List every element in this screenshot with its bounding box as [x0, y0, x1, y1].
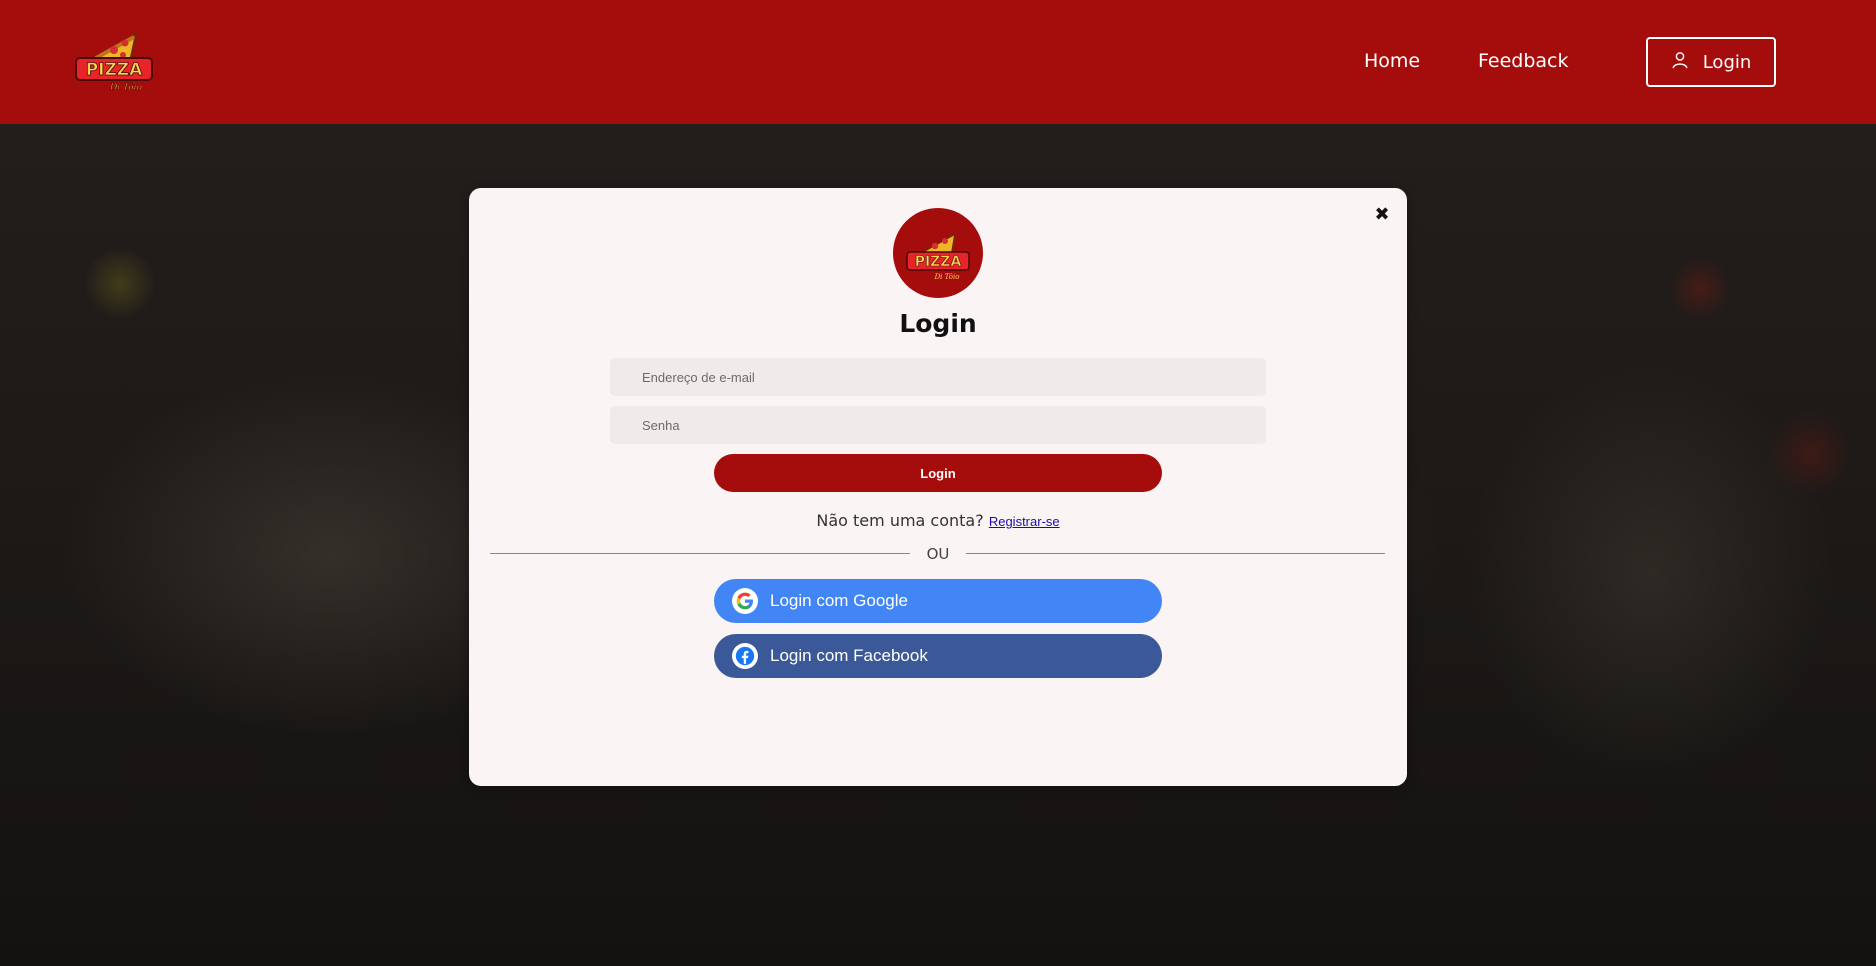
site-logo[interactable]: PIZZA Di Tôio — [74, 28, 154, 94]
svg-text:Di Tôio: Di Tôio — [109, 82, 143, 93]
close-icon[interactable]: ✖ — [1373, 206, 1391, 224]
google-login-label: Login com Google — [770, 591, 908, 610]
divider-text: OU — [926, 545, 950, 563]
user-icon — [1671, 51, 1689, 74]
register-prompt: Não tem uma conta? Registrar-se — [0, 511, 1876, 530]
facebook-icon — [732, 643, 758, 669]
svg-text:PIZZA: PIZZA — [915, 254, 962, 270]
email-field[interactable] — [610, 358, 1266, 396]
svg-text:PIZZA: PIZZA — [86, 60, 143, 80]
no-account-text: Não tem uma conta? — [816, 511, 984, 530]
site-header: PIZZA Di Tôio Home Feedback Login — [0, 0, 1876, 124]
nav-home-link[interactable]: Home — [1364, 50, 1420, 72]
header-login-button[interactable]: Login — [1646, 37, 1776, 87]
google-icon — [732, 588, 758, 614]
divider-left — [490, 553, 910, 554]
modal-title: Login — [899, 309, 977, 338]
password-field[interactable] — [610, 406, 1266, 444]
register-link[interactable]: Registrar-se — [989, 514, 1060, 529]
header-login-label: Login — [1702, 51, 1752, 73]
divider-right — [966, 553, 1385, 554]
facebook-login-label: Login com Facebook — [770, 646, 928, 665]
svg-text:Di Tôio: Di Tôio — [934, 273, 960, 281]
facebook-login-button[interactable]: Login com Facebook — [714, 634, 1162, 678]
google-login-button[interactable]: Login com Google — [714, 579, 1162, 623]
nav-feedback-link[interactable]: Feedback — [1478, 50, 1568, 72]
modal-logo: PIZZA Di Tôio — [893, 208, 983, 298]
login-submit-button[interactable]: Login — [714, 454, 1162, 492]
